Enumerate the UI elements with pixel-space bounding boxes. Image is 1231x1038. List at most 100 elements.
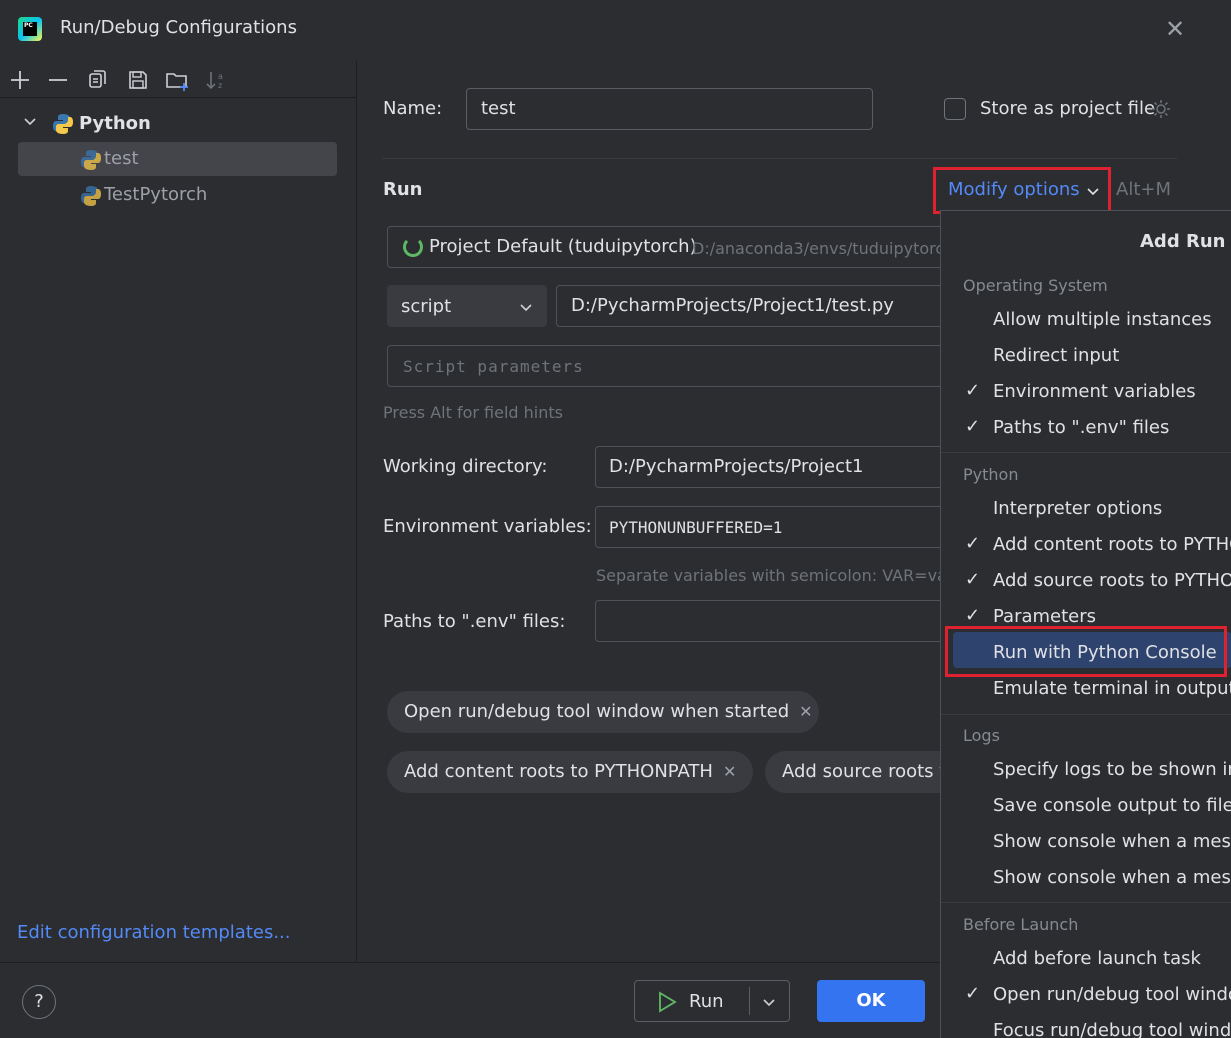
copy-icon[interactable] [86,68,110,92]
environment-variables-hint: Separate variables with semicolon: VAR=v… [596,566,962,585]
modify-options-shortcut: Alt+M [1116,179,1171,200]
section-divider [382,158,1177,159]
popup-menu-item[interactable]: Redirect input [993,345,1119,366]
checkmark-icon: ✓ [965,416,981,437]
pycharm-logo-icon: PC [18,17,42,41]
run-button[interactable]: Run [634,980,790,1022]
option-chip-label: Add content roots to PYTHONPATH [404,761,713,782]
save-icon[interactable] [126,68,150,92]
checkmark-icon: ✓ [965,380,981,401]
play-icon [657,991,677,1017]
popup-menu-item[interactable]: Show console when a messa [993,867,1231,888]
popup-menu-item[interactable]: Add content roots to PYTHC [993,534,1231,555]
dotenv-paths-label: Paths to ".env" files: [383,611,566,632]
interpreter-path: D:/anaconda3/envs/tuduipytorch [692,239,955,258]
chevron-down-icon[interactable] [20,112,40,136]
edit-configuration-templates-link[interactable]: Edit configuration templates... [17,922,291,943]
field-hints-text: Press Alt for field hints [383,403,563,422]
dotenv-paths-input[interactable] [595,600,947,642]
script-mode-value: script [401,296,452,317]
help-button[interactable]: ? [22,985,56,1019]
add-icon[interactable] [8,68,32,92]
option-chip-label: Add source roots t [782,761,940,782]
working-directory-input[interactable]: D:/PycharmProjects/Project1 [595,446,947,488]
environment-variables-label: Environment variables: [383,516,592,537]
working-directory-label: Working directory: [383,456,548,477]
checkmark-icon: ✓ [965,569,981,590]
python-icon [80,149,101,170]
popup-menu-item[interactable]: Interpreter options [993,498,1162,519]
popup-menu-item[interactable]: Allow multiple instances [993,309,1212,330]
chevron-down-icon [518,296,534,322]
tree-item-label[interactable]: test [104,148,139,169]
option-chip[interactable]: Open run/debug tool window when started ✕ [387,691,819,733]
option-chip[interactable]: Add content roots to PYTHONPATH ✕ [387,751,753,793]
option-chip[interactable]: Add source roots t [765,751,940,793]
popup-section-heading: Logs [963,726,1000,745]
run-section-heading: Run [383,179,423,200]
popup-menu-item[interactable]: Parameters [993,606,1096,627]
name-input-value: test [481,98,516,119]
chevron-down-icon[interactable] [1086,179,1100,207]
script-mode-select[interactable]: script [387,285,547,327]
popup-section-heading: Before Launch [963,915,1079,934]
popup-menu-item[interactable]: Save console output to file [993,795,1231,816]
ok-button[interactable]: OK [817,980,925,1022]
run-button-divider [749,987,750,1015]
interpreter-select[interactable]: Project Default (tuduipytorch) D:/anacon… [387,226,954,268]
script-path-input[interactable]: D:/PycharmProjects/Project1/test.py [556,285,947,327]
popup-section-heading: Python [963,465,1019,484]
window-title: Run/Debug Configurations [60,17,297,38]
script-parameters-placeholder: Script parameters [403,357,584,376]
chevron-down-icon[interactable] [759,991,779,1017]
environment-variables-input[interactable]: PYTHONUNBUFFERED=1 [595,506,947,548]
dialog-button-bar [0,962,940,1038]
working-directory-value: D:/PycharmProjects/Project1 [609,456,864,477]
run-with-console-highlight-box [945,626,1227,677]
popup-menu-item[interactable]: Specify logs to be shown in [993,759,1231,780]
popup-menu-item[interactable]: Environment variables [993,381,1196,402]
python-icon [80,185,101,206]
modify-options-link[interactable]: Modify options [948,179,1080,200]
run-button-label: Run [689,991,724,1012]
popup-menu-item[interactable]: Emulate terminal in output [993,678,1231,699]
popup-section-divider [941,452,1231,453]
popup-menu-item[interactable]: Add before launch task [993,948,1201,969]
tree-item-test-selected[interactable] [18,142,337,176]
popup-section-divider [941,902,1231,903]
name-input[interactable]: test [466,88,873,130]
app-icon-text: PC [23,22,37,36]
toolbar-divider [0,97,356,98]
tree-item-label[interactable]: TestPytorch [104,184,207,205]
loading-spinner-icon [403,237,423,257]
tree-group-python[interactable]: Python [79,113,151,134]
popup-menu-item[interactable]: Add source roots to PYTHO [993,570,1231,591]
popup-menu-item[interactable]: Paths to ".env" files [993,417,1169,438]
popup-section-divider [941,714,1231,715]
script-path-value: D:/PycharmProjects/Project1/test.py [571,295,894,316]
title-bar: PC Run/Debug Configurations ✕ [0,0,1231,60]
close-icon[interactable]: ✕ [1162,16,1188,42]
popup-title: Add Run C [1140,231,1231,252]
popup-menu-item[interactable]: Focus run/debug tool windo [993,1020,1231,1038]
new-folder-icon[interactable] [165,68,189,92]
modify-options-popup: Add Run C Operating System Allow multipl… [940,210,1231,1038]
popup-menu-item[interactable]: Open run/debug tool windo [993,984,1231,1005]
svg-text:z: z [218,81,222,90]
gear-icon[interactable] [1150,98,1172,120]
close-icon[interactable]: ✕ [723,762,736,781]
python-icon [52,113,73,134]
option-chip-label: Open run/debug tool window when started [404,701,790,722]
remove-icon[interactable] [46,68,70,92]
close-icon[interactable]: ✕ [799,702,812,721]
sort-icon[interactable]: az [204,68,228,92]
checkmark-icon: ✓ [965,605,981,626]
script-parameters-input[interactable]: Script parameters [387,345,947,387]
checkmark-icon: ✓ [965,533,981,554]
store-as-project-checkbox[interactable] [944,98,966,120]
popup-menu-item[interactable]: Show console when a messa [993,831,1231,852]
store-as-project-label[interactable]: Store as project file [980,98,1155,119]
interpreter-name: Project Default (tuduipytorch) [429,236,697,257]
environment-variables-value: PYTHONUNBUFFERED=1 [609,518,783,537]
checkmark-icon: ✓ [965,983,981,1004]
